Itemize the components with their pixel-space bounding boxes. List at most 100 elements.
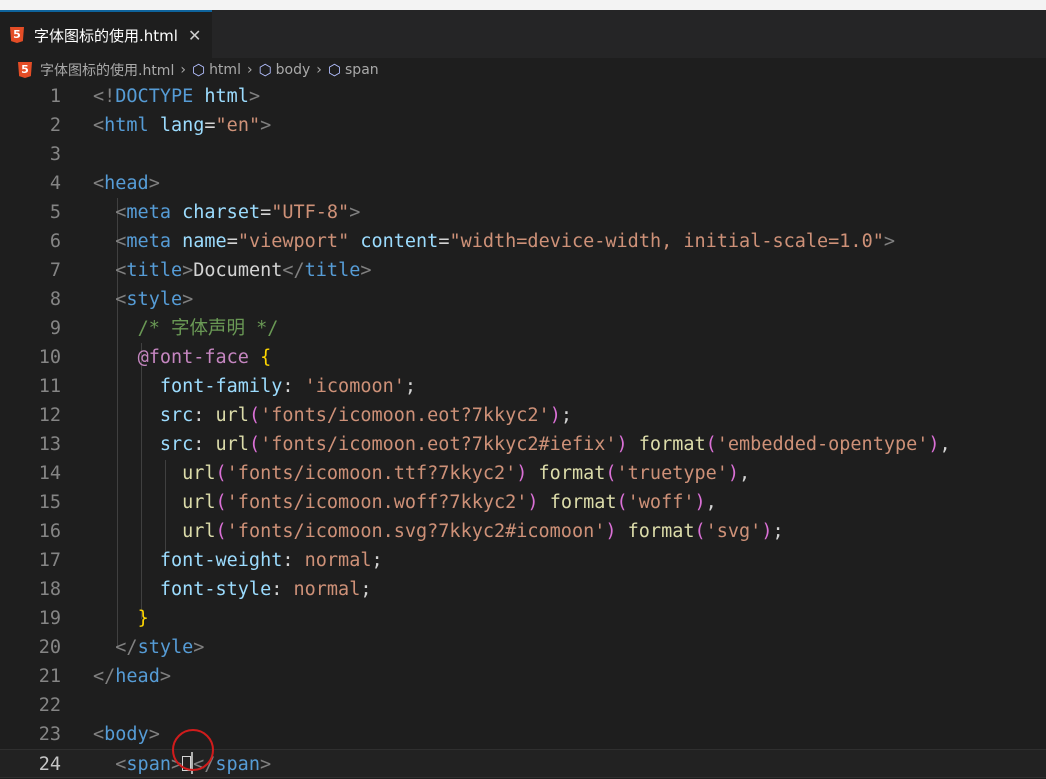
code-token: < [93,173,105,194]
code-line[interactable]: 14 url('fonts/icomoon.ttf?7kkyc2') forma… [0,459,1046,488]
code-token: title [126,260,183,281]
code-token: url [215,434,249,455]
code-token: > [260,115,272,136]
code-line[interactable]: 7 <title>Document</title> [0,256,1046,285]
breadcrumb-file[interactable]: 5 字体图标的使用.html [18,60,174,80]
code-token: ( [605,463,617,484]
code-token: url [182,492,216,513]
code-token: { [260,347,272,368]
code-line[interactable]: 5 <meta charset="UTF-8"> [0,198,1046,227]
code-line[interactable]: 11 font-family: 'icomoon'; [0,372,1046,401]
line-number: 12 [38,405,61,426]
code-line[interactable]: 15 url('fonts/icomoon.woff?7kkyc2') form… [0,488,1046,517]
code-line[interactable]: 20 </style> [0,633,1046,662]
code-token: font-style [159,579,272,600]
code-line[interactable]: 8 <style> [0,285,1046,314]
line-number: 15 [38,492,61,513]
html5-icon: 5 [10,27,24,43]
code-line[interactable]: 6 <meta name="viewport" content="width=d… [0,227,1046,256]
code-line[interactable]: 12 src: url('fonts/icomoon.eot?7kkyc2'); [0,401,1046,430]
code-token: format [627,521,695,542]
code-editor[interactable]: 1 <!DOCTYPE html> 2 <html lang="en"> 3 4 <head… [0,82,1046,778]
code-line[interactable]: 22 [0,691,1046,720]
code-line[interactable]: 3 [0,140,1046,169]
code-token: </ [282,260,305,281]
line-number: 13 [38,434,61,455]
code-token: : [193,405,216,426]
code-line[interactable]: 13 src: url('fonts/icomoon.eot?7kkyc2#ie… [0,430,1046,459]
code-line[interactable]: 17 font-weight: normal; [0,546,1046,575]
code-token: ( [215,521,227,542]
code-token: < [115,754,127,775]
code-token: @font-face [137,347,261,368]
code-token: "en" [215,115,261,136]
code-line[interactable]: 18 font-style: normal; [0,575,1046,604]
code-token: head [115,666,160,687]
code-token: format [638,434,706,455]
code-line[interactable]: 23 <body> [0,720,1046,749]
code-token: ( [705,434,717,455]
code-line[interactable]: 24 <span> </span> [0,749,1046,778]
code-token: , [705,492,717,513]
code-line[interactable]: 4 <head> [0,169,1046,198]
code-token: name [182,231,227,252]
code-token: < [115,202,127,223]
chevron-right-icon: › [316,62,322,78]
line-number: 21 [38,666,61,687]
code-token: , [739,463,751,484]
code-token: format [549,492,617,513]
line-number: 20 [38,637,61,658]
code-token: ( [215,492,227,513]
line-number: 9 [49,318,61,339]
line-number: 5 [49,202,61,223]
code-text: <html lang="en"> [93,111,271,140]
code-line[interactable]: 2 <html lang="en"> [0,111,1046,140]
breadcrumb-html[interactable]: ⬡ html [192,61,241,79]
tab-label: 字体图标的使用.html [34,26,178,45]
code-text: src: url('fonts/icomoon.eot?7kkyc2'); [93,401,572,430]
close-icon[interactable]: ✕ [188,26,201,45]
line-number: 16 [38,521,61,542]
code-text: /* 字体声明 */ [93,314,279,343]
code-token: url [182,521,216,542]
code-token: /* 字体声明 */ [137,318,279,339]
breadcrumb-file-label: 字体图标的使用.html [40,63,175,79]
code-token: : [282,376,305,397]
code-line[interactable]: 10 @font-face { [0,343,1046,372]
code-token: > [159,666,171,687]
code-token: "width=device-width, initial-scale=1.0" [449,231,884,252]
code-line[interactable]: 21 </head> [0,662,1046,691]
code-line[interactable]: 19 } [0,604,1046,633]
breadcrumb-span[interactable]: ⬡ span [328,61,379,79]
code-token: <! [93,86,116,107]
code-token: < [115,289,127,310]
line-number: 17 [38,550,61,571]
code-token: ; [404,376,417,397]
code-line[interactable]: 1 <!DOCTYPE html> [0,82,1046,111]
line-number: 2 [49,115,61,136]
code-text: font-family: 'icomoon'; [93,372,416,401]
code-text: url('fonts/icomoon.ttf?7kkyc2') format('… [93,459,750,488]
code-text: </style> [93,633,204,662]
code-token: > [182,289,194,310]
code-text: } [93,604,149,633]
code-token: 'icomoon' [304,376,405,397]
tab-active-file[interactable]: 5 字体图标的使用.html ✕ [0,10,212,58]
code-token: > [349,202,361,223]
code-token: ) [727,463,740,484]
code-token: font-weight [159,550,283,571]
symbol-element-icon: ⬡ [327,61,342,79]
code-token: meta [126,202,183,223]
code-text: src: url('fonts/icomoon.eot?7kkyc2#iefix… [93,430,951,459]
code-text: <body> [93,720,160,749]
code-token: < [115,260,127,281]
code-token: ) [616,434,639,455]
code-line[interactable]: 9 /* 字体声明 */ [0,314,1046,343]
code-line[interactable]: 16 url('fonts/icomoon.svg?7kkyc2#icomoon… [0,517,1046,546]
breadcrumb-body[interactable]: ⬡ body [259,61,311,79]
